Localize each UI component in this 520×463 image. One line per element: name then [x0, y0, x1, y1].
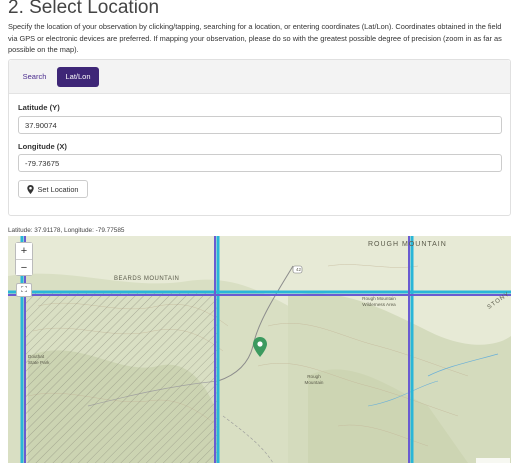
location-tabs: Search Lat/Lon [9, 60, 510, 94]
zoom-control: + − [15, 242, 33, 276]
set-location-button[interactable]: Set Location [18, 180, 88, 198]
coordinate-readout: Latitude: 37.91178, Longitude: -79.77585 [8, 227, 125, 234]
map-marker-icon [27, 184, 35, 194]
tab-lat-lon[interactable]: Lat/Lon [57, 67, 99, 87]
zoom-in-button[interactable]: + [16, 243, 32, 259]
map-label-douthat: Douthat State Park [28, 354, 50, 365]
page-title: 2. Select Location [8, 0, 160, 18]
map-label-rough-mountain: ROUGH MOUNTAIN [368, 241, 447, 248]
latitude-input[interactable] [18, 116, 502, 134]
longitude-input[interactable] [18, 154, 502, 172]
set-location-label: Set Location [37, 184, 79, 194]
map-label-route-42: 42 [295, 267, 301, 272]
location-panel: Search Lat/Lon Latitude (Y) Longitude (X… [8, 59, 511, 216]
map-label-wilderness-area: Rough Mountain Wilderness Area [362, 296, 396, 307]
map-marker-icon[interactable] [253, 337, 267, 357]
fullscreen-button[interactable]: ⛶ [16, 283, 32, 297]
tab-search[interactable]: Search [18, 67, 51, 87]
zoom-out-button[interactable]: − [16, 259, 32, 275]
map-attribution[interactable] [476, 458, 510, 463]
map-label-beards-mountain: BEARDS MOUNTAIN [114, 276, 180, 282]
latitude-label: Latitude (Y) [18, 103, 60, 112]
instructions-text: Specify the location of your observation… [8, 22, 502, 54]
location-map[interactable]: ROUGH MOUNTAIN BEARDS MOUNTAIN Rough Mou… [8, 236, 511, 463]
longitude-label: Longitude (X) [18, 142, 67, 151]
map-label-rough-mountain-small: Rough Mountain [304, 374, 324, 385]
